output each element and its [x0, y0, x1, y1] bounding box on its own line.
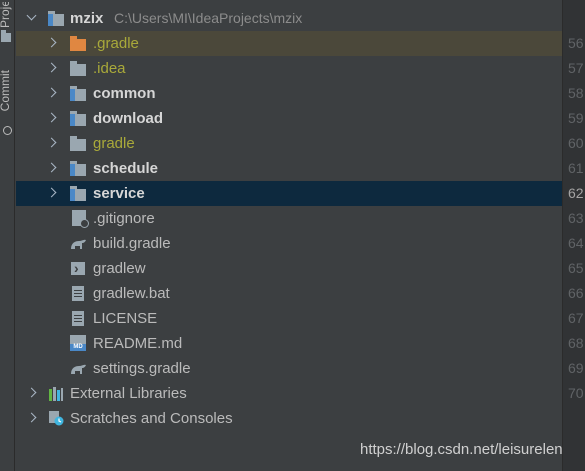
commit-icon — [3, 126, 12, 135]
tree-item-idea[interactable]: .idea — [16, 56, 562, 81]
line-number: 68 — [568, 335, 584, 351]
tree-item-label: schedule — [93, 160, 159, 177]
line-number: 64 — [568, 235, 584, 251]
line-number: 61 — [568, 160, 584, 176]
tree-item-label: gradle — [93, 135, 135, 152]
terminal-file-icon — [71, 256, 85, 281]
folder-icon — [70, 61, 86, 76]
tree-item-label: download — [93, 110, 163, 127]
tree-item-readme[interactable]: MD README.md — [16, 331, 562, 356]
chevron-right-icon[interactable] — [26, 387, 37, 398]
tree-item-gradle-cache[interactable]: .gradle — [16, 31, 562, 56]
line-number: 60 — [568, 135, 584, 151]
line-number: 67 — [568, 310, 584, 326]
tree-item-label: gradlew — [93, 260, 146, 277]
library-icon — [49, 387, 63, 401]
tree-item-common[interactable]: common — [16, 81, 562, 106]
tree-item-label: .gitignore — [93, 210, 155, 227]
gradle-icon — [71, 364, 86, 374]
left-tool-strip: Project Commit — [0, 0, 15, 471]
text-file-icon — [72, 311, 84, 326]
line-number: 58 — [568, 85, 584, 101]
chevron-down-icon[interactable] — [26, 10, 37, 21]
tree-item-label: LICENSE — [93, 310, 158, 327]
editor-line-gutter: 56 57 58 59 60 61 62 63 64 65 66 67 68 6… — [562, 0, 585, 471]
line-number: 57 — [568, 60, 584, 76]
project-tool-tab[interactable]: Project — [0, 2, 12, 28]
tree-item-license[interactable]: LICENSE — [16, 306, 562, 331]
commit-tool-tab[interactable]: Commit — [0, 70, 12, 111]
tree-item-label: common — [93, 85, 156, 102]
gradle-icon — [71, 239, 86, 249]
chevron-right-icon[interactable] — [46, 37, 57, 48]
tree-item-label: Scratches and Consoles — [70, 410, 233, 427]
chevron-right-icon[interactable] — [46, 137, 57, 148]
tree-item-download[interactable]: download — [16, 106, 562, 131]
module-folder-icon — [70, 186, 86, 201]
project-folder-icon — [1, 30, 11, 42]
module-folder-icon — [48, 11, 64, 26]
watermark-url: https://blog.csdn.net/leisurelen — [360, 441, 563, 458]
chevron-right-icon[interactable] — [26, 412, 37, 423]
tree-item-gradle[interactable]: gradle — [16, 131, 562, 156]
line-number: 63 — [568, 210, 584, 226]
module-folder-icon — [70, 161, 86, 176]
chevron-right-icon[interactable] — [46, 187, 57, 198]
tree-item-service[interactable]: service — [16, 181, 562, 206]
tree-item-gradlew-bat[interactable]: gradlew.bat — [16, 281, 562, 306]
line-number: 70 — [568, 385, 584, 401]
line-number: 59 — [568, 110, 584, 126]
tree-item-label: service — [93, 185, 145, 202]
markdown-icon: MD — [70, 335, 86, 351]
root-path: C:\Users\MI\IdeaProjects\mzix — [114, 10, 303, 26]
tree-root-mzix[interactable]: mzix C:\Users\MI\IdeaProjects\mzix — [16, 6, 562, 31]
tree-item-external-libraries[interactable]: External Libraries — [16, 381, 562, 406]
chevron-right-icon[interactable] — [46, 62, 57, 73]
tree-item-gradlew[interactable]: gradlew — [16, 256, 562, 281]
line-number-current: 62 — [568, 185, 584, 201]
tree-item-scratches[interactable]: Scratches and Consoles — [16, 406, 562, 431]
gitignore-icon — [72, 210, 89, 228]
tree-item-label: build.gradle — [93, 235, 171, 252]
chevron-right-icon[interactable] — [46, 87, 57, 98]
line-number: 56 — [568, 35, 584, 51]
folder-icon — [70, 136, 86, 151]
tree-item-label: gradlew.bat — [93, 285, 170, 302]
scratches-icon — [49, 411, 64, 426]
line-number: 66 — [568, 285, 584, 301]
tree-item-settings-gradle[interactable]: settings.gradle — [16, 356, 562, 381]
excluded-folder-icon — [70, 36, 86, 51]
module-folder-icon — [70, 111, 86, 126]
module-folder-icon — [70, 86, 86, 101]
project-tree: mzix C:\Users\MI\IdeaProjects\mzix .grad… — [16, 0, 562, 471]
tree-item-build-gradle[interactable]: build.gradle — [16, 231, 562, 256]
tree-item-label: External Libraries — [70, 385, 187, 402]
tree-item-label: README.md — [93, 335, 183, 352]
tree-item-gitignore[interactable]: .gitignore — [16, 206, 562, 231]
line-number: 65 — [568, 260, 584, 276]
tree-item-label: .gradle — [93, 35, 139, 52]
text-file-icon — [72, 286, 84, 301]
tree-item-label: .idea — [93, 60, 126, 77]
tree-item-label: settings.gradle — [93, 360, 191, 377]
chevron-right-icon[interactable] — [46, 112, 57, 123]
chevron-right-icon[interactable] — [46, 162, 57, 173]
line-number: 69 — [568, 360, 584, 376]
tree-item-schedule[interactable]: schedule — [16, 156, 562, 181]
root-name: mzix — [70, 10, 104, 27]
